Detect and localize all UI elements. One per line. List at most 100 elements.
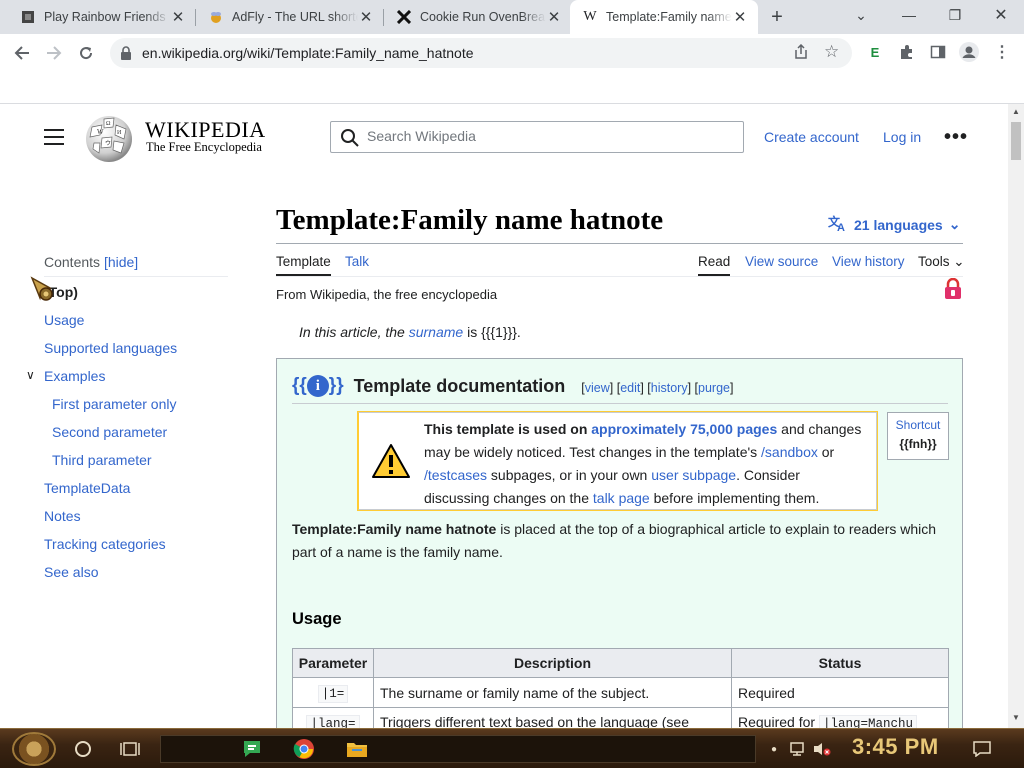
tab-view-source[interactable]: View source (745, 254, 818, 269)
chrome-icon[interactable] (292, 737, 316, 761)
tab-search-chevron-icon[interactable]: ⌄ (838, 0, 884, 30)
tab-read[interactable]: Read (698, 254, 731, 276)
personal-tools-more-icon[interactable]: ••• (944, 126, 968, 149)
create-account-link[interactable]: Create account (764, 129, 859, 145)
testcases-link[interactable]: /testcases (424, 467, 487, 483)
param-cell: |lang= (292, 707, 374, 728)
tab-view-history[interactable]: View history (832, 254, 905, 269)
forward-arrow-icon[interactable] (42, 41, 66, 65)
scrollbar-thumb[interactable] (1011, 122, 1021, 160)
cortana-circle-icon[interactable] (71, 737, 95, 761)
warning-bold-text: This template is used on (424, 421, 592, 437)
talk-page-link[interactable]: talk page (593, 490, 650, 506)
toc-item-usage[interactable]: Usage (44, 312, 84, 328)
notifications-icon[interactable] (970, 737, 994, 761)
wikipedia-tagline: The Free Encyclopedia (146, 140, 262, 154)
table-header: Status (731, 648, 949, 678)
profile-avatar-icon[interactable] (958, 41, 980, 63)
toc-item-second-parameter[interactable]: Second parameter (52, 424, 167, 440)
address-bar[interactable]: en.wikipedia.org/wiki/Template:Family_na… (110, 38, 852, 68)
doc-purge-link[interactable]: purge (698, 381, 730, 395)
shortcut-box: Shortcut {{fnh}} (887, 412, 949, 460)
page-scrollbar[interactable]: ▲ ▼ (1008, 104, 1024, 728)
volume-muted-icon[interactable] (810, 737, 834, 761)
tab-title: Cookie Run OvenBreak (420, 10, 546, 24)
close-tab-icon[interactable]: ✕ (546, 8, 562, 26)
translate-icon: 文A (828, 214, 848, 235)
doc-view-link[interactable]: view (585, 381, 610, 395)
browser-toolbar: en.wikipedia.org/wiki/Template:Family_na… (0, 34, 1024, 72)
network-icon[interactable] (786, 737, 810, 761)
close-tab-icon[interactable]: ✕ (732, 8, 748, 26)
restore-icon[interactable]: ❐ (932, 0, 978, 30)
browser-tab-template-family-name[interactable]: W Template:Family name hatnote ✕ (570, 0, 758, 34)
browser-tab-adfly[interactable]: AdFly - The URL shortener ✕ (196, 0, 384, 34)
hatnote-preview: In this article, the surname is {{{1}}}. (299, 324, 521, 340)
protection-padlock-icon[interactable] (944, 277, 962, 305)
evernote-extension-icon[interactable]: E (864, 41, 886, 63)
toc-item-see-also[interactable]: See also (44, 564, 98, 580)
toc-item-supported-languages[interactable]: Supported languages (44, 340, 177, 356)
title-divider (276, 243, 963, 244)
close-tab-icon[interactable]: ✕ (170, 8, 186, 26)
log-in-link[interactable]: Log in (883, 129, 921, 145)
scroll-down-arrow-icon[interactable]: ▼ (1012, 713, 1020, 722)
search-box[interactable] (330, 121, 744, 153)
extensions-puzzle-icon[interactable] (896, 41, 918, 63)
surname-link[interactable]: surname (409, 324, 463, 340)
search-input[interactable] (367, 128, 727, 144)
toc-item-templatedata[interactable]: TemplateData (44, 480, 130, 496)
side-panel-icon[interactable] (927, 41, 949, 63)
toc-item-third-parameter[interactable]: Third parameter (52, 452, 152, 468)
svg-text:W: W (97, 128, 104, 136)
tab-talk[interactable]: Talk (345, 254, 369, 269)
reload-icon[interactable] (74, 41, 98, 65)
sandbox-link[interactable]: /sandbox (761, 444, 818, 460)
main-menu-hamburger-icon[interactable] (44, 129, 64, 145)
user-subpage-link[interactable]: user subpage (651, 467, 736, 483)
toc-hide-link[interactable]: [hide] (104, 254, 138, 270)
share-icon[interactable] (793, 43, 809, 65)
tools-dropdown[interactable]: Tools ⌄ (918, 254, 965, 270)
toc-expand-chevron-icon[interactable]: ∨ (26, 368, 35, 382)
toc-item-tracking-categories[interactable]: Tracking categories (44, 536, 166, 552)
start-button-icon[interactable] (12, 732, 56, 766)
warning-text-part: or (817, 444, 835, 460)
tab-title: AdFly - The URL shortener (232, 10, 358, 24)
wikipedia-globe-logo-icon[interactable]: W Ω И ウ (84, 113, 134, 163)
language-selector[interactable]: 文A 21 languages ⌄ (828, 214, 960, 235)
bookmark-star-icon[interactable]: ☆ (824, 42, 839, 62)
taskbar-clock[interactable]: 3:45 PM (852, 734, 939, 760)
lock-icon[interactable] (120, 46, 132, 65)
new-tab-plus-icon[interactable]: + (766, 6, 788, 28)
toc-item-notes[interactable]: Notes (44, 508, 81, 524)
browser-tab-cookie-run[interactable]: Cookie Run OvenBreak ✕ (384, 0, 572, 34)
scroll-up-arrow-icon[interactable]: ▲ (1012, 107, 1020, 116)
close-window-icon[interactable]: ✕ (978, 0, 1024, 30)
toc-item-examples[interactable]: Examples (44, 368, 105, 384)
hatnote-text: In this article, the (299, 324, 409, 340)
browser-tab-strip: Play Rainbow Friends ✕ AdFly - The URL s… (0, 0, 1024, 34)
task-view-icon[interactable] (118, 737, 142, 761)
back-arrow-icon[interactable] (10, 41, 34, 65)
high-use-warning-box: This template is used on approximately 7… (357, 411, 878, 511)
close-tab-icon[interactable]: ✕ (358, 8, 374, 26)
shortcut-value: {{fnh}} (899, 437, 937, 451)
doc-history-link[interactable]: history (651, 381, 688, 395)
table-header: Parameter (292, 648, 374, 678)
doc-edit-link[interactable]: edit (620, 381, 640, 395)
language-count: 21 languages (854, 216, 943, 233)
usage-count-link[interactable]: approximately 75,000 pages (591, 421, 777, 437)
google-chat-icon[interactable] (240, 737, 264, 761)
toc-item-first-parameter-only[interactable]: First parameter only (52, 396, 176, 412)
chrome-menu-kebab-icon[interactable]: ⋮ (991, 41, 1013, 63)
file-explorer-folder-icon[interactable] (345, 737, 369, 761)
tab-template[interactable]: Template (276, 254, 331, 276)
doc-divider (292, 403, 948, 404)
minimize-icon[interactable]: — (886, 0, 932, 30)
shortcut-title[interactable]: Shortcut (888, 418, 948, 432)
cookie-run-favicon-icon (396, 9, 412, 25)
browser-tab-rainbow-friends[interactable]: Play Rainbow Friends ✕ (8, 0, 196, 34)
page-viewport: W Ω И ウ WIKIPEDIA The Free Encyclopedia … (0, 104, 1008, 728)
tray-overflow-icon[interactable]: ● (762, 737, 786, 761)
